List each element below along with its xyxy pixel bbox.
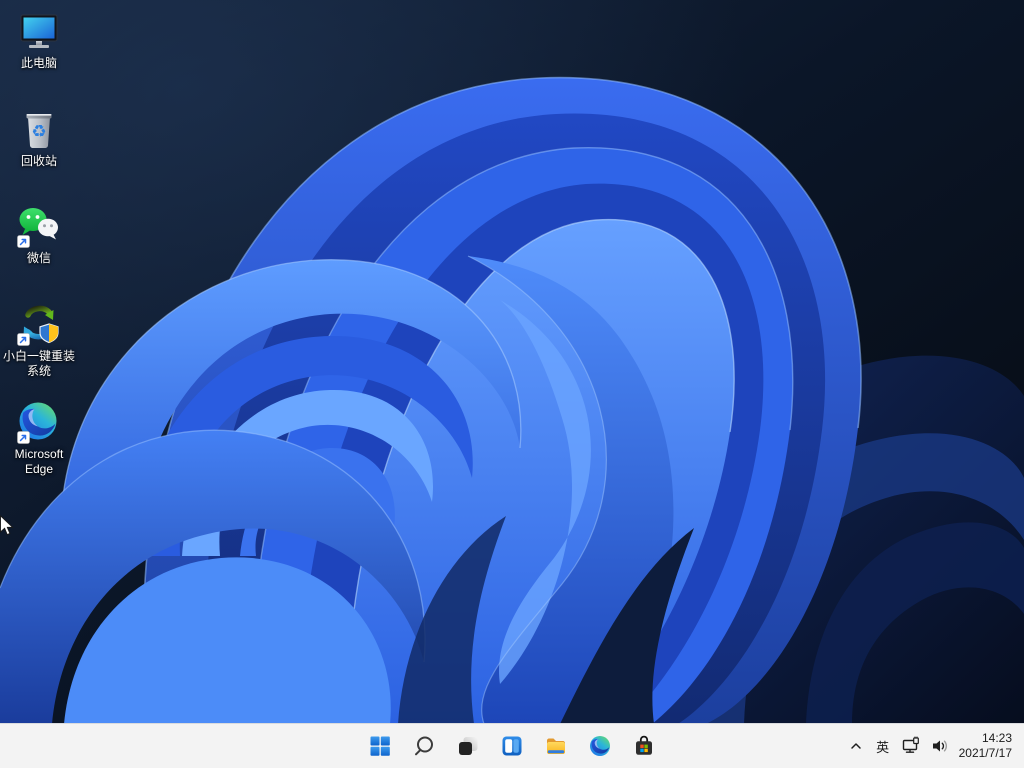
icon-label: 此电脑 (20, 56, 57, 70)
ime-indicator[interactable]: 英 (870, 728, 896, 764)
desktop-icon-xiaobai-reinstall[interactable]: 小白一键重装 系统 (0, 301, 78, 379)
shortcut-arrow-icon (17, 431, 30, 444)
file-explorer-button[interactable] (536, 726, 576, 766)
start-button[interactable] (360, 726, 400, 766)
widgets-button[interactable] (492, 726, 532, 766)
store-icon (636, 735, 652, 755)
wallpaper-bloom-image (0, 0, 1024, 724)
taskbar-center-buttons (360, 726, 664, 766)
desktop-icon-recycle-bin[interactable]: ♻ 回收站 (0, 106, 78, 169)
icon-label: 小白一键重装 系统 (2, 349, 75, 378)
shortcut-arrow-icon (17, 333, 30, 346)
tray-date: 2021/7/17 (958, 746, 1012, 760)
icon-label: 回收站 (20, 154, 57, 168)
tray-chevron-button[interactable] (843, 728, 869, 764)
recycle-bin-icon: ♻ (26, 114, 52, 148)
store-button[interactable] (624, 726, 664, 766)
widgets-icon (502, 736, 522, 756)
shortcut-arrow-icon (17, 235, 30, 248)
chevron-up-icon (850, 743, 861, 749)
speaker-icon (932, 740, 947, 752)
volume-button[interactable] (926, 728, 954, 764)
arrow-cursor-icon (0, 515, 14, 536)
icon-label: Microsoft Edge (14, 447, 64, 476)
tray-time: 14:23 (981, 731, 1012, 745)
windows-start-icon (370, 736, 390, 756)
icon-label: 微信 (26, 251, 51, 265)
desktop-icon-wechat[interactable]: 微信 (0, 203, 78, 266)
ime-label: 英 (876, 739, 890, 755)
monitor-icon (20, 14, 58, 48)
taskbar: 英 14:23 2021/7/17 (0, 723, 1024, 768)
desktop-icon-this-pc[interactable]: 此电脑 (0, 8, 78, 71)
search-button[interactable] (404, 726, 444, 766)
search-icon (415, 736, 433, 756)
edge-icon (590, 736, 610, 756)
ethernet-icon (902, 736, 919, 753)
edge-browser-button[interactable] (580, 726, 620, 766)
desktop: 此电脑 ♻ 回收站 微信 小白一键重装 系统 Microsoft Edge 英 … (0, 0, 1024, 768)
task-view-icon (459, 737, 478, 755)
task-view-button[interactable] (448, 726, 488, 766)
clock[interactable]: 14:23 2021/7/17 (955, 728, 1020, 764)
network-button[interactable] (897, 728, 925, 764)
system-tray: 英 14:23 2021/7/17 (843, 724, 1020, 768)
recycle-arrows-glyph: ♻ (31, 122, 46, 141)
desktop-icon-microsoft-edge[interactable]: Microsoft Edge (0, 399, 78, 477)
file-explorer-icon (547, 738, 565, 754)
